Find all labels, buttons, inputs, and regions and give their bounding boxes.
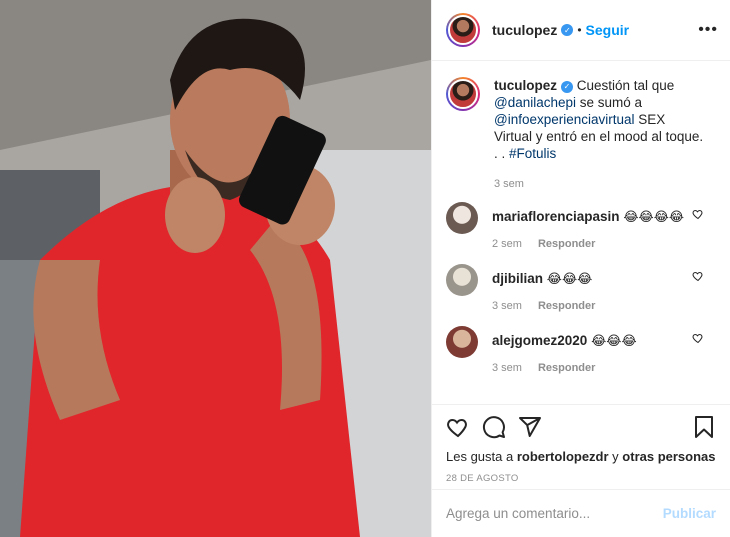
comment-item: alejgomez2020 😂😂😂 3 sem Responder <box>446 326 716 374</box>
photo-illustration <box>0 0 431 537</box>
like-comment-icon[interactable] <box>692 208 704 220</box>
comment-time[interactable]: 3 sem <box>492 362 522 374</box>
share-icon[interactable] <box>518 415 542 439</box>
comment-text: djibilian 😂😂😂 <box>492 264 702 288</box>
caption-meta: 3 sem <box>494 178 704 190</box>
comment-username[interactable]: mariaflorenciapasin <box>492 209 620 224</box>
commenter-avatar[interactable] <box>446 326 478 358</box>
comment-meta: 3 sem Responder <box>492 362 702 374</box>
mention-link[interactable]: @danilachepi <box>494 95 576 110</box>
follow-button[interactable]: Seguir <box>586 22 630 38</box>
likes-user-link[interactable]: robertolopezdr <box>517 449 609 464</box>
likes-summary: Les gusta a robertolopezdr y otras perso… <box>446 449 716 464</box>
add-comment-bar: Publicar <box>432 489 730 537</box>
likes-middle: y <box>608 449 623 464</box>
comment-time[interactable]: 3 sem <box>492 300 522 312</box>
verified-icon: ✓ <box>561 80 573 93</box>
caption-text: tuculopez ✓ Cuestión tal que @danilachepi… <box>494 77 704 162</box>
comment-input[interactable] <box>446 506 663 521</box>
comment-username[interactable]: alejgomez2020 <box>492 333 587 348</box>
comment-icon[interactable] <box>482 415 506 439</box>
comment-text: mariaflorenciapasin 😂😂😂😂 <box>492 202 702 226</box>
comment-item: djibilian 😂😂😂 3 sem Responder <box>446 264 716 312</box>
publish-button[interactable]: Publicar <box>663 506 716 521</box>
post-actions: Les gusta a robertolopezdr y otras perso… <box>432 404 730 484</box>
reply-button[interactable]: Responder <box>538 362 595 374</box>
more-options-button[interactable]: ••• <box>698 21 718 39</box>
post-header: tuculopez ✓ • Seguir ••• <box>432 0 730 61</box>
comments-list[interactable]: tuculopez ✓ Cuestión tal que @danilachepi… <box>432 61 730 404</box>
commenter-avatar[interactable] <box>446 264 478 296</box>
bookmark-icon[interactable] <box>692 415 716 439</box>
caption-username[interactable]: tuculopez <box>494 78 557 93</box>
comment-body: 😂😂😂😂 <box>623 210 685 225</box>
action-icons <box>446 415 716 439</box>
comment-body: 😂😂😂 <box>546 272 593 287</box>
post-photo[interactable] <box>0 0 431 537</box>
reply-button[interactable]: Responder <box>538 300 595 312</box>
caption-text-1: Cuestión tal que <box>573 78 675 93</box>
likes-prefix: Les gusta a <box>446 449 517 464</box>
hashtag-link[interactable]: #Fotulis <box>509 146 556 161</box>
heart-icon[interactable] <box>446 415 470 439</box>
likes-others-link[interactable]: otras personas <box>622 449 715 464</box>
author-username[interactable]: tuculopez <box>492 22 557 38</box>
commenter-avatar[interactable] <box>446 202 478 234</box>
caption-text-2: se sumó a <box>576 95 643 110</box>
reply-button[interactable]: Responder <box>538 238 595 250</box>
comment-item: mariaflorenciapasin 😂😂😂😂 2 sem Responder <box>446 202 716 250</box>
author-avatar[interactable] <box>446 13 480 47</box>
caption-time[interactable]: 3 sem <box>494 178 524 190</box>
caption: tuculopez ✓ Cuestión tal que @danilachepi… <box>446 77 716 190</box>
comment-time[interactable]: 2 sem <box>492 238 522 250</box>
comment-text: alejgomez2020 😂😂😂 <box>492 326 702 350</box>
verified-icon: ✓ <box>561 24 574 36</box>
caption-avatar[interactable] <box>446 77 480 111</box>
mention-link[interactable]: @infoexperienciavirtual <box>494 112 635 127</box>
comment-meta: 3 sem Responder <box>492 300 702 312</box>
comment-body: 😂😂😂 <box>591 334 637 349</box>
like-comment-icon[interactable] <box>692 270 704 282</box>
comment-username[interactable]: djibilian <box>492 271 543 286</box>
separator-dot: • <box>577 23 582 37</box>
post-details-panel: tuculopez ✓ • Seguir ••• tuculopez ✓ Cues… <box>431 0 730 537</box>
post-date[interactable]: 28 DE AGOSTO <box>446 473 716 484</box>
comment-meta: 2 sem Responder <box>492 238 702 250</box>
like-comment-icon[interactable] <box>692 332 704 344</box>
